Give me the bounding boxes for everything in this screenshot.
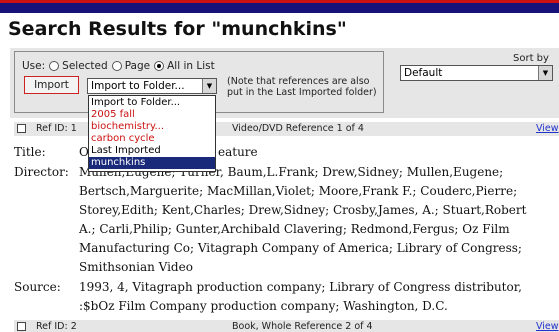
director-line: Manufacturing Co; Vitagraph Company of A…	[79, 241, 522, 255]
reference-checkbox[interactable]	[17, 124, 26, 133]
title-value-end: eature	[218, 145, 258, 159]
view-link[interactable]: View	[536, 122, 559, 136]
import-note: (Note that references are also put in th…	[227, 76, 377, 98]
ref-type: Video/DVD Reference 1 of 4	[232, 123, 364, 134]
folder-option[interactable]: Import to Folder...	[89, 97, 215, 109]
director-label: Director:	[14, 165, 69, 179]
director-line: Smithsonian Video	[79, 260, 193, 274]
title-label: Title:	[14, 145, 46, 159]
radio-selected-label: Selected	[62, 60, 108, 72]
source-label: Source:	[14, 280, 61, 294]
ref-id: Ref ID: 1	[36, 123, 77, 134]
reference-checkbox[interactable]	[17, 322, 26, 331]
director-line: A.; Carli,Philip; Gunter,Archibald Clave…	[79, 222, 510, 236]
top-header-bar	[0, 3, 559, 13]
sort-by-label: Sort by	[513, 53, 549, 64]
page-title: Search Results for "munchkins"	[8, 18, 347, 40]
chevron-down-icon[interactable]: ▼	[202, 79, 216, 93]
import-button[interactable]: Import	[24, 76, 79, 94]
folder-option[interactable]: biochemistry...	[89, 121, 215, 133]
import-folder-select[interactable]: Import to Folder... ▼	[87, 78, 217, 94]
radio-all-label: All in List	[167, 60, 215, 72]
radio-all-in-list[interactable]	[154, 61, 165, 71]
radio-selected[interactable]	[49, 61, 60, 71]
sort-select[interactable]: Default ▼	[400, 65, 553, 81]
folder-option[interactable]: carbon cycle	[89, 133, 215, 145]
sort-select-value: Default	[404, 67, 443, 79]
director-line: Storey,Edith; Kent,Charles; Drew,Sidney;…	[79, 203, 527, 217]
ref-type: Book, Whole Reference 2 of 4	[232, 321, 373, 332]
view-link[interactable]: View	[536, 320, 559, 332]
radio-page-label: Page	[124, 60, 151, 72]
source-line: 1993, 4, Vitagraph production company; L…	[79, 280, 522, 294]
use-label: Use:	[22, 60, 46, 72]
radio-page[interactable]	[111, 61, 122, 71]
folder-dropdown-list: Import to Folder... 2005 fall biochemist…	[88, 95, 216, 172]
folder-select-value: Import to Folder...	[91, 80, 185, 92]
chevron-down-icon[interactable]: ▼	[538, 66, 552, 80]
source-line: :$bOz Film Company production company; W…	[79, 299, 448, 313]
director-line: Bertsch,Marguerite; MacMillan,Violet; Mo…	[79, 184, 518, 198]
folder-option[interactable]: Last Imported	[89, 145, 215, 157]
scope-radio-group: Use: Selected Page All in List	[22, 60, 215, 72]
ref-id: Ref ID: 2	[36, 321, 77, 332]
folder-option-selected[interactable]: munchkins	[89, 157, 215, 169]
folder-option[interactable]: 2005 fall	[89, 109, 215, 121]
reference-header: Ref ID: 2 Book, Whole Reference 2 of 4 V…	[14, 320, 559, 332]
